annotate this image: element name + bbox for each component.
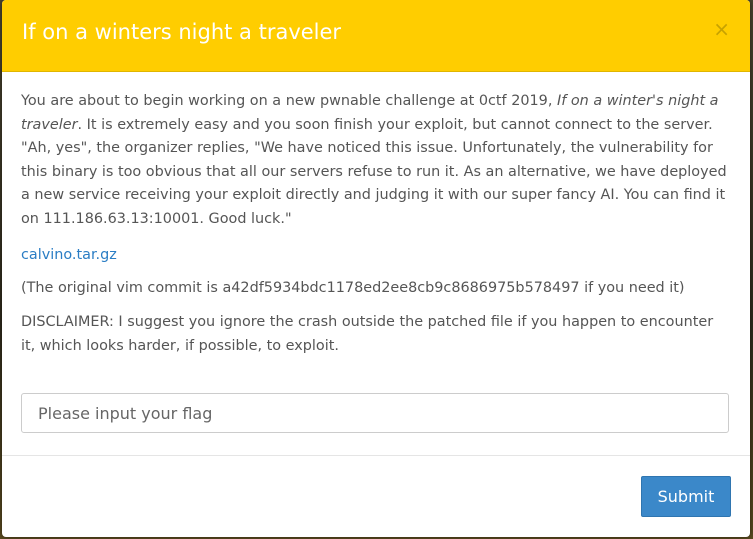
flag-input[interactable] [21,393,729,433]
submit-button[interactable]: Submit [641,476,731,517]
modal-header: If on a winters night a traveler × [2,0,750,72]
description-rest: . It is extremely easy and you soon fini… [21,116,727,227]
attachment-link[interactable]: calvino.tar.gz [21,244,117,268]
commit-note: (The original vim commit is a42df5934bdc… [21,279,685,296]
modal-title: If on a winters night a traveler [22,20,342,44]
challenge-description: You are about to begin working on a new … [21,90,730,231]
modal-body: You are about to begin working on a new … [2,72,750,358]
close-icon[interactable]: × [713,19,730,39]
modal-footer: Submit [2,455,750,537]
challenge-modal: If on a winters night a traveler × You a… [2,0,750,537]
disclaimer-text: DISCLAIMER: I suggest you ignore the cra… [21,314,714,354]
description-intro: You are about to begin working on a new … [21,93,557,109]
